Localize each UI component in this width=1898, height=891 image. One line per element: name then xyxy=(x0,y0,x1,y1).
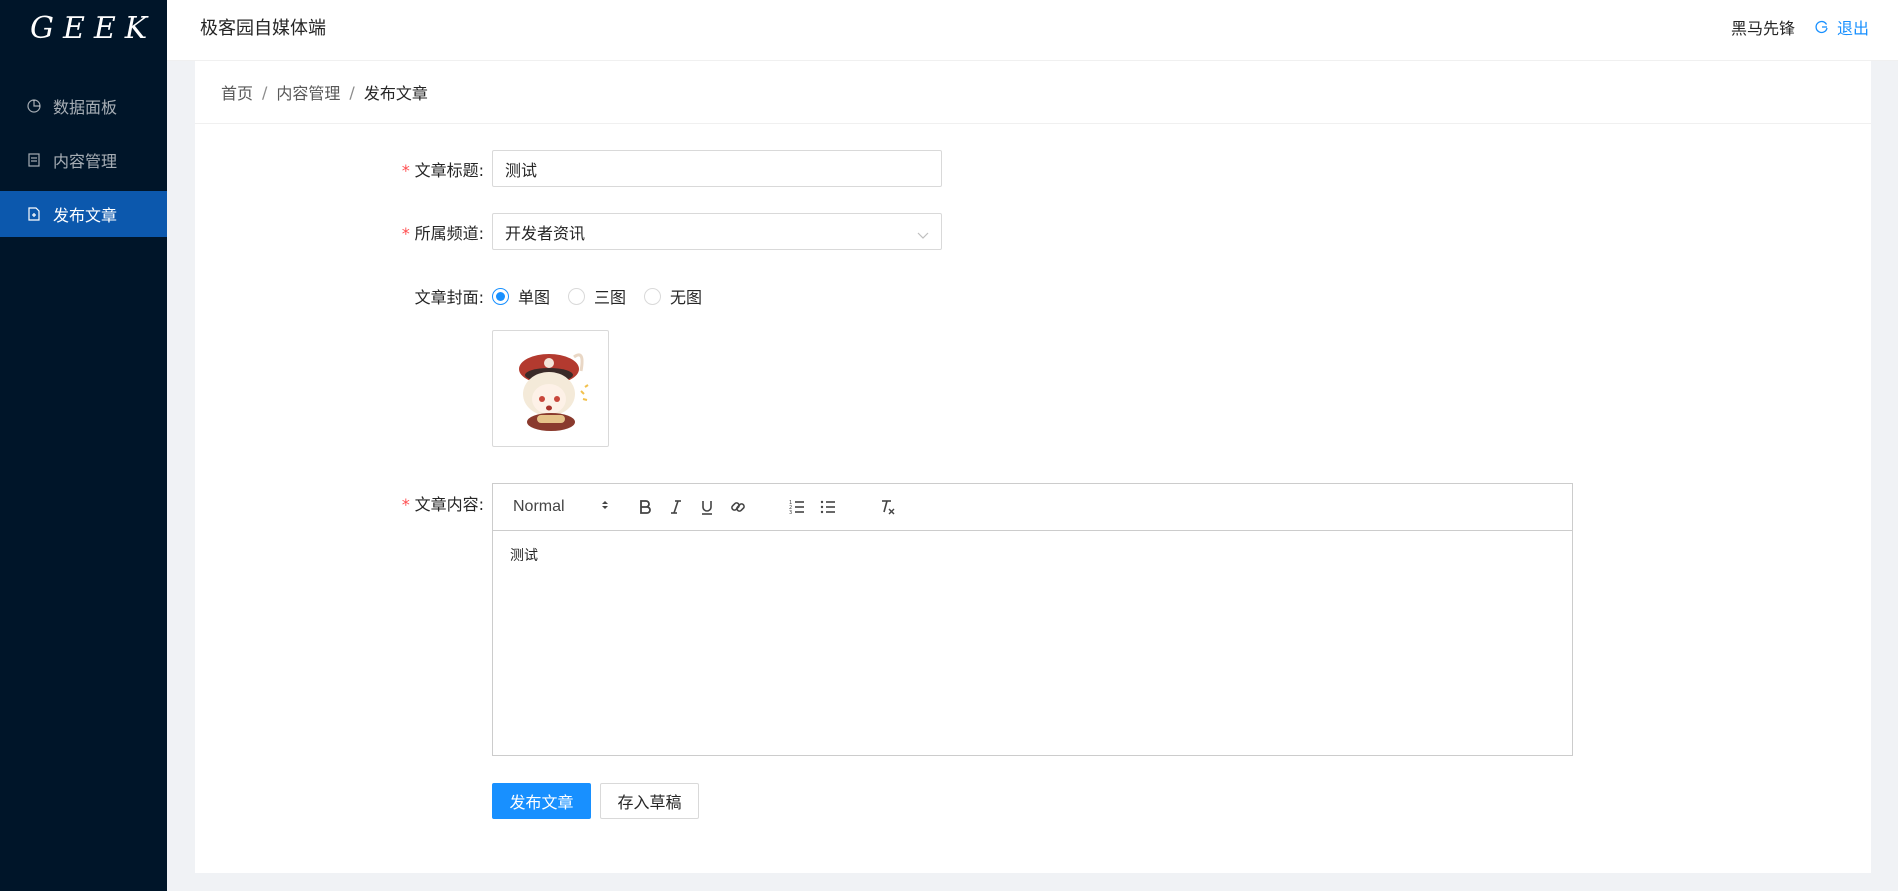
save-draft-button[interactable]: 存入草稿 xyxy=(600,783,699,819)
sidebar-item-dashboard[interactable]: 数据面板 xyxy=(0,83,167,129)
logout-button[interactable]: 退出 xyxy=(1815,15,1869,39)
cover-label: 文章封面: xyxy=(414,288,484,307)
breadcrumb-content[interactable]: 内容管理 xyxy=(276,80,340,104)
logout-label: 退出 xyxy=(1836,19,1869,38)
sidebar-item-publish[interactable]: 发布文章 xyxy=(0,191,167,237)
sidebar: GEEK 数据面板 内容管理 发布文章 xyxy=(0,0,167,891)
file-add-icon xyxy=(27,207,41,221)
svg-text:3: 3 xyxy=(789,510,792,515)
radio-icon xyxy=(644,287,662,305)
table-icon xyxy=(27,153,41,167)
logout-icon xyxy=(1815,20,1829,34)
breadcrumb-separator: / xyxy=(262,82,268,102)
channel-select[interactable]: 开发者资讯 xyxy=(492,213,942,250)
app-title: 极客园自媒体端 xyxy=(200,18,326,39)
publish-button[interactable]: 发布文章 xyxy=(492,783,591,819)
rich-text-editor: Normal 123 测试 xyxy=(492,483,1573,756)
clear-format-icon[interactable] xyxy=(875,495,899,519)
underline-icon[interactable] xyxy=(695,495,719,519)
cover-image xyxy=(501,339,600,438)
radio-checked-icon xyxy=(492,287,509,305)
channel-label: * 所属频道: xyxy=(400,224,484,243)
cover-image-upload[interactable] xyxy=(492,330,609,447)
logo: GEEK xyxy=(30,10,157,46)
required-mark: * xyxy=(400,495,411,514)
sidebar-item-label: 数据面板 xyxy=(53,98,118,117)
user-name: 黑马先锋 xyxy=(1730,19,1795,38)
bullet-list-icon[interactable] xyxy=(816,495,840,519)
editor-content[interactable]: 测试 xyxy=(493,531,1572,579)
breadcrumb-separator: / xyxy=(349,82,355,102)
cover-radio-group: 单图 三图 无图 xyxy=(492,284,720,308)
breadcrumb: 首页 / 内容管理 / 发布文章 xyxy=(195,61,1871,124)
chevron-down-icon xyxy=(917,226,929,245)
title-input[interactable]: 测试 xyxy=(492,150,942,187)
breadcrumb-home[interactable]: 首页 xyxy=(221,80,253,104)
editor-toolbar: Normal 123 xyxy=(493,484,1572,531)
breadcrumb-current: 发布文章 xyxy=(363,84,428,103)
ordered-list-icon[interactable]: 123 xyxy=(785,495,809,519)
sidebar-item-label: 发布文章 xyxy=(53,206,118,225)
cover-option-triple[interactable]: 三图 xyxy=(568,284,626,308)
format-select[interactable]: Normal xyxy=(513,498,609,516)
title-label: * 文章标题: xyxy=(400,161,484,180)
required-mark: * xyxy=(400,224,411,243)
sidebar-item-content[interactable]: 内容管理 xyxy=(0,137,167,183)
bold-icon[interactable] xyxy=(633,495,657,519)
cover-option-none[interactable]: 无图 xyxy=(644,284,702,308)
italic-icon[interactable] xyxy=(664,495,688,519)
link-icon[interactable] xyxy=(726,495,750,519)
pie-chart-icon xyxy=(27,99,41,113)
sidebar-menu: 数据面板 内容管理 发布文章 xyxy=(0,83,167,237)
header: 极客园自媒体端 黑马先锋 退出 xyxy=(167,0,1898,61)
sort-arrows-icon xyxy=(601,498,609,516)
sidebar-item-label: 内容管理 xyxy=(53,152,118,171)
radio-icon xyxy=(568,287,586,305)
cover-option-single[interactable]: 单图 xyxy=(492,284,550,308)
content-label: * 文章内容: xyxy=(400,495,484,514)
required-mark: * xyxy=(400,161,411,180)
